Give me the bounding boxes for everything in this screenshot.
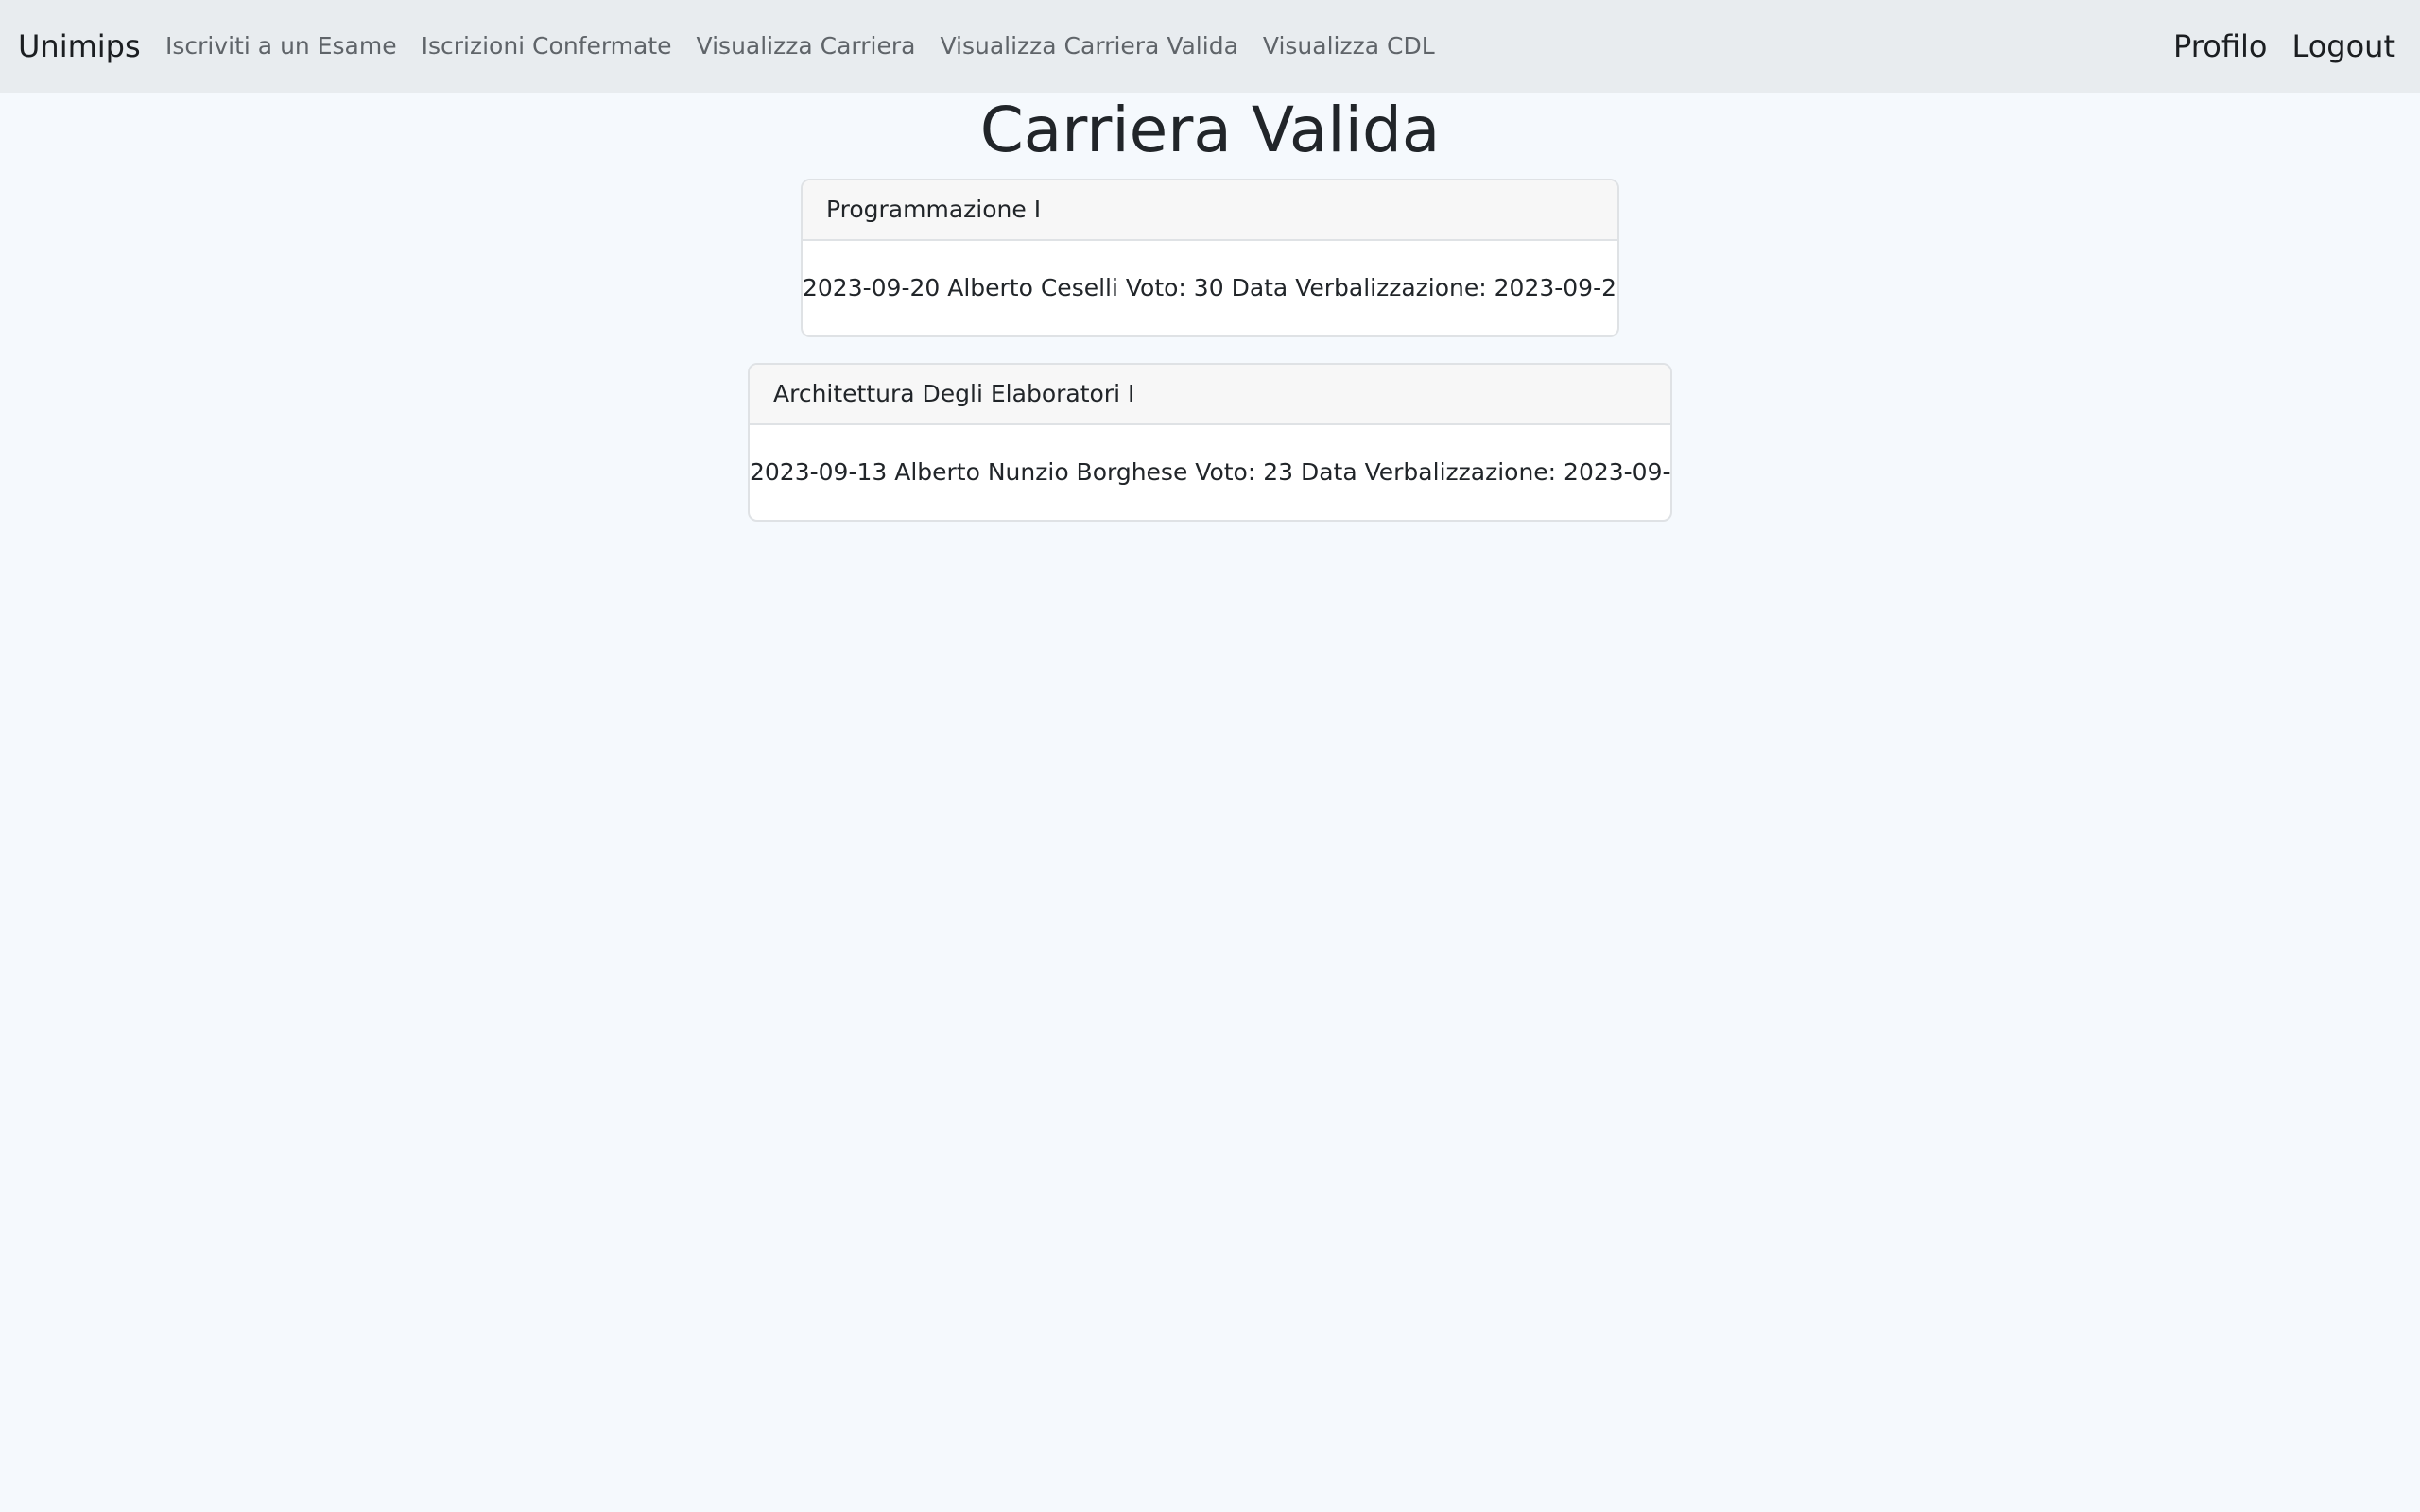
exam-card-header: Programmazione I [803, 180, 1617, 241]
nav-links: Iscriviti a un Esame Iscrizioni Conferma… [165, 29, 1435, 63]
nav-link-visualizza-carriera-valida[interactable]: Visualizza Carriera Valida [940, 29, 1237, 63]
exam-card: Architettura Degli Elaboratori I 2023-09… [748, 363, 1672, 522]
exam-card-header: Architettura Degli Elaboratori I [750, 365, 1670, 425]
nav-link-visualizza-cdl[interactable]: Visualizza CDL [1263, 29, 1435, 63]
logout-link[interactable]: Logout [2291, 26, 2395, 67]
brand-link[interactable]: Unimips [18, 26, 141, 67]
nav-link-visualizza-carriera[interactable]: Visualizza Carriera [697, 29, 916, 63]
exam-card-body: 2023-09-13 Alberto Nunzio Borghese Voto:… [750, 458, 1672, 486]
navbar: Unimips Iscriviti a un Esame Iscrizioni … [0, 0, 2420, 93]
exam-card: Programmazione I 2023-09-20 Alberto Cese… [801, 179, 1619, 337]
page-title: Carriera Valida [979, 94, 1441, 166]
nav-link-iscriviti-esame[interactable]: Iscriviti a un Esame [165, 29, 397, 63]
nav-right: Profilo Logout [2173, 26, 2395, 67]
nav-link-iscrizioni-confermate[interactable]: Iscrizioni Confermate [422, 29, 672, 63]
profile-link[interactable]: Profilo [2173, 26, 2267, 67]
exam-card-body: 2023-09-20 Alberto Ceselli Voto: 30 Data… [803, 274, 1619, 301]
